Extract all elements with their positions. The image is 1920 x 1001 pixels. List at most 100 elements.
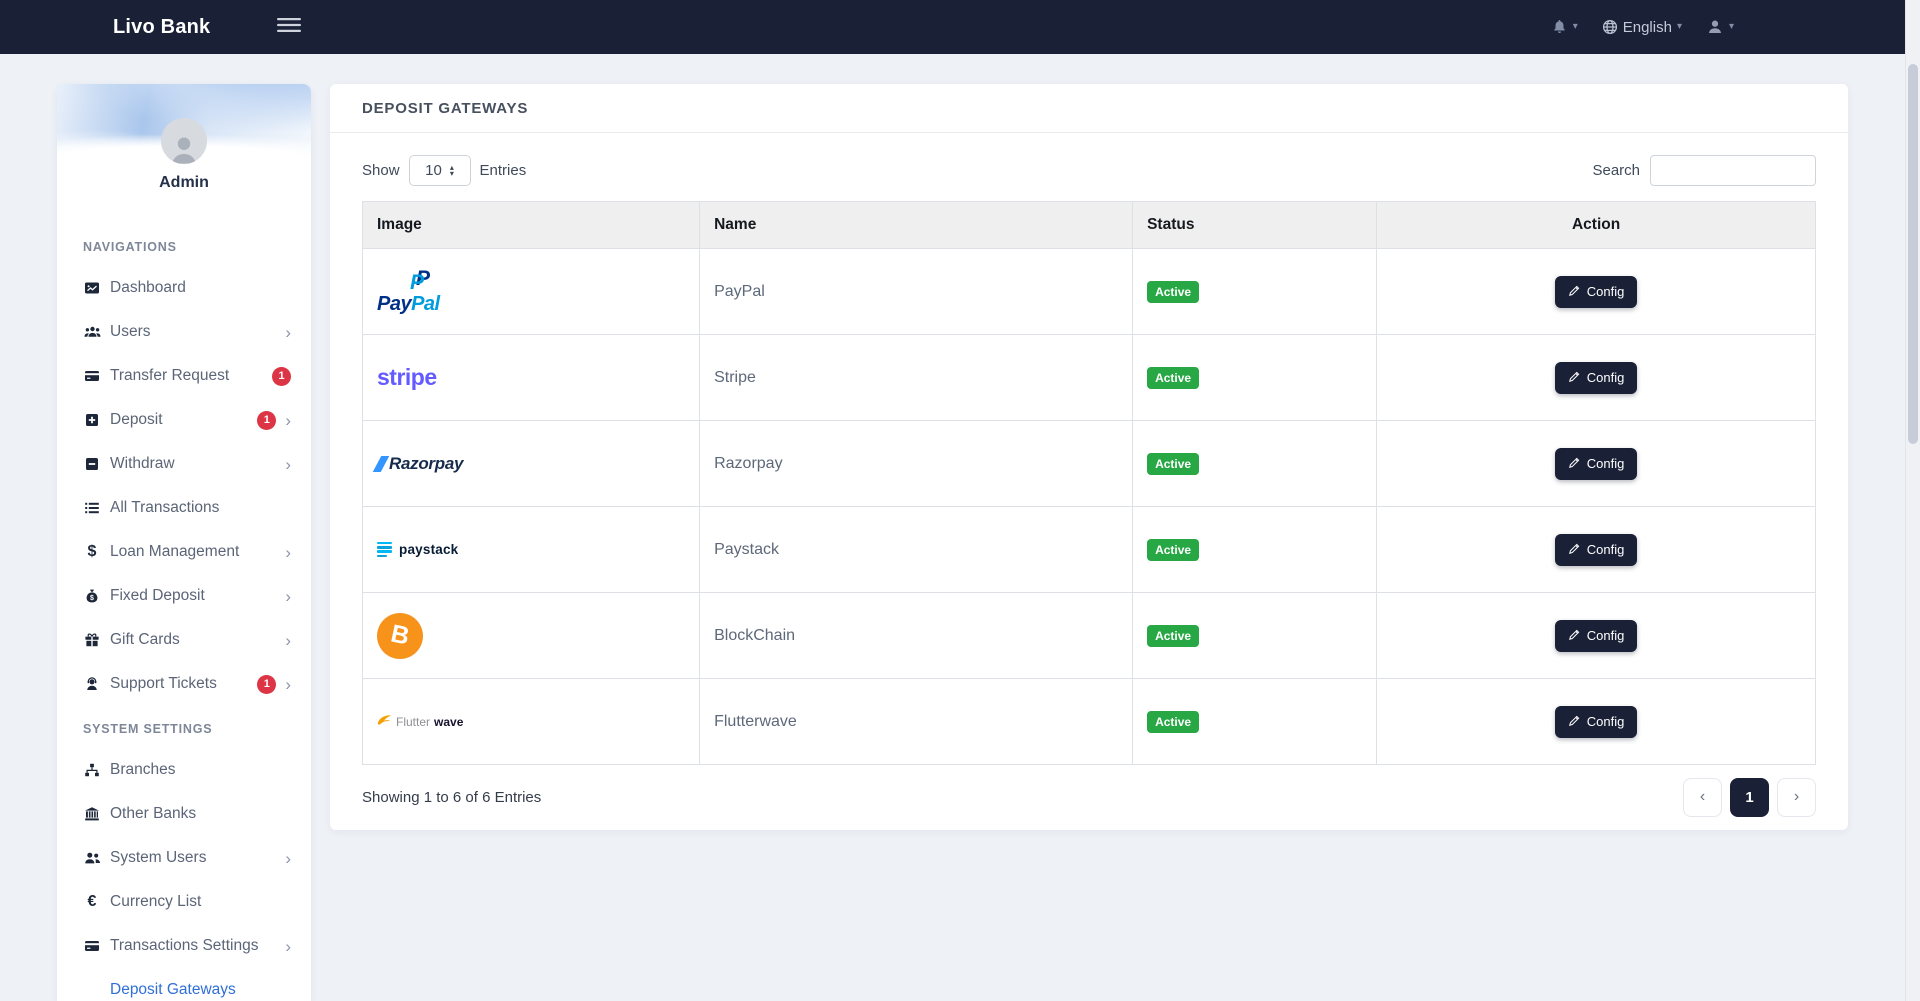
sidebar-item-transactions-settings[interactable]: Transactions Settings › bbox=[57, 924, 311, 968]
status-badge: Active bbox=[1147, 710, 1200, 733]
pencil-icon bbox=[1568, 284, 1581, 300]
chevron-right-icon: › bbox=[285, 322, 291, 342]
sidebar-item-label: Support Tickets bbox=[110, 675, 217, 692]
config-button[interactable]: Config bbox=[1554, 275, 1638, 308]
avatar bbox=[161, 118, 207, 164]
sidebar-item-fixed-deposit[interactable]: $ Fixed Deposit › bbox=[57, 574, 311, 618]
dashboard-icon bbox=[83, 280, 101, 296]
sidebar-item-label: Dashboard bbox=[110, 279, 186, 296]
bell-icon bbox=[1551, 18, 1568, 36]
gateway-name: BlockChain bbox=[699, 592, 1134, 679]
top-navbar: Livo Bank ▾ English ▾ ▾ bbox=[0, 0, 1920, 54]
sidebar-item-label: System Users bbox=[110, 849, 207, 866]
config-button[interactable]: Config bbox=[1554, 533, 1638, 566]
razorpay-slash-icon bbox=[372, 455, 390, 472]
table-row-razorpay: Razorpay Razorpay Active Config bbox=[361, 420, 1816, 507]
config-button[interactable]: Config bbox=[1554, 361, 1638, 394]
money-bag-icon: $ bbox=[83, 588, 101, 604]
sidebar-item-loan-management[interactable]: $ Loan Management › bbox=[57, 530, 311, 574]
chevron-right-icon: › bbox=[285, 674, 291, 694]
chevron-right-icon: › bbox=[285, 454, 291, 474]
gateways-table: Image Name Status Action P P PayPal PayP… bbox=[361, 201, 1816, 765]
sidebar-item-currency-list[interactable]: € Currency List bbox=[57, 880, 311, 924]
config-button[interactable]: Config bbox=[1554, 447, 1638, 480]
pagination: ‹ 1 › bbox=[1683, 777, 1816, 817]
config-button[interactable]: Config bbox=[1554, 619, 1638, 652]
config-button[interactable]: Config bbox=[1554, 705, 1638, 738]
sidebar-item-system-users[interactable]: System Users › bbox=[57, 836, 311, 880]
status-badge: Active bbox=[1147, 280, 1200, 303]
pencil-icon bbox=[1568, 542, 1581, 558]
hamburger-icon bbox=[277, 17, 301, 38]
sidebar-item-support-tickets[interactable]: Support Tickets 1 › bbox=[57, 662, 311, 706]
entries-per-page-select[interactable]: 10 ▴ ▾ bbox=[408, 155, 471, 186]
page-title: DEPOSIT GATEWAYS bbox=[362, 99, 529, 117]
table-footer: Showing 1 to 6 of 6 Entries ‹ 1 › bbox=[330, 765, 1848, 829]
sidebar-item-gift-cards[interactable]: Gift Cards › bbox=[57, 618, 311, 662]
page-scrollbar-thumb[interactable] bbox=[1908, 64, 1918, 444]
notification-badge: 1 bbox=[257, 410, 277, 430]
gateway-name: Flutterwave bbox=[699, 678, 1134, 765]
page-scrollbar-track bbox=[1905, 0, 1920, 1001]
table-row-stripe: stripe Stripe Active Config bbox=[361, 334, 1816, 421]
sidebar-item-dashboard[interactable]: Dashboard bbox=[57, 266, 311, 310]
sidebar-item-transfer-request[interactable]: Transfer Request 1 bbox=[57, 354, 311, 398]
brand-logo[interactable]: Livo Bank bbox=[113, 16, 243, 39]
bank-icon bbox=[83, 806, 101, 822]
support-agent-icon bbox=[83, 676, 101, 692]
bitcoin-logo: B bbox=[377, 612, 423, 659]
sidebar-item-users[interactable]: Users › bbox=[57, 310, 311, 354]
credit-card-icon bbox=[83, 938, 101, 954]
pencil-icon bbox=[1568, 714, 1581, 730]
notifications-menu[interactable]: ▾ bbox=[1551, 18, 1578, 36]
status-badge: Active bbox=[1147, 452, 1200, 475]
table-row-paypal: P P PayPal PayPal Active Config bbox=[361, 248, 1816, 335]
table-row-blockchain: B BlockChain Active Config bbox=[361, 592, 1816, 679]
chevron-right-icon: › bbox=[285, 586, 291, 606]
sidebar-item-label: Transfer Request bbox=[110, 367, 230, 384]
sidebar-toggle-button[interactable] bbox=[277, 17, 301, 38]
sidebar-item-withdraw[interactable]: Withdraw › bbox=[57, 442, 311, 486]
search-label: Search bbox=[1592, 162, 1640, 179]
sidebar-item-label: Fixed Deposit bbox=[110, 587, 205, 604]
sidebar-item-label: Deposit Gateways bbox=[110, 981, 236, 998]
caret-down-icon: ▾ bbox=[1728, 21, 1734, 32]
entries-per-page-value: 10 bbox=[425, 162, 442, 179]
status-badge: Active bbox=[1147, 366, 1200, 389]
chevron-right-icon: › bbox=[285, 542, 291, 562]
sitemap-icon bbox=[83, 762, 101, 778]
page-root: { "navbar": { "brand": "Livo Bank", "lan… bbox=[0, 0, 1920, 1001]
sidebar-item-label: Other Banks bbox=[110, 805, 197, 822]
sidebar-section-system-settings: SYSTEM SETTINGS bbox=[83, 722, 213, 736]
pagination-page-1-button[interactable]: 1 bbox=[1730, 777, 1769, 817]
sidebar-item-label: Currency List bbox=[110, 893, 202, 910]
sidebar-item-deposit-gateways[interactable]: Deposit Gateways bbox=[57, 968, 311, 1001]
entries-control: Show 10 ▴ ▾ Entries bbox=[362, 155, 526, 186]
globe-icon bbox=[1602, 19, 1618, 35]
caret-down-icon: ▾ bbox=[1676, 21, 1682, 32]
list-icon bbox=[83, 500, 101, 516]
deposit-gateways-card: DEPOSIT GATEWAYS Show 10 ▴ ▾ Entries Sea… bbox=[330, 84, 1848, 830]
stripe-logo: stripe bbox=[377, 364, 437, 390]
table-controls: Show 10 ▴ ▾ Entries Search bbox=[330, 133, 1848, 186]
showing-entries-text: Showing 1 to 6 of 6 Entries bbox=[362, 788, 542, 806]
pagination-prev-button[interactable]: ‹ bbox=[1683, 777, 1722, 817]
sidebar-header: Admin bbox=[57, 84, 311, 218]
search-input[interactable] bbox=[1650, 155, 1816, 186]
flutterwave-swirl-icon bbox=[377, 713, 392, 731]
sidebar-section-navigations: NAVIGATIONS bbox=[83, 240, 177, 254]
user-menu[interactable]: ▾ bbox=[1706, 18, 1734, 36]
sidebar-item-label: Gift Cards bbox=[110, 631, 180, 648]
sidebar-item-other-banks[interactable]: Other Banks bbox=[57, 792, 311, 836]
sidebar-item-deposit[interactable]: Deposit 1 › bbox=[57, 398, 311, 442]
sidebar-item-branches[interactable]: Branches bbox=[57, 748, 311, 792]
pagination-next-button[interactable]: › bbox=[1777, 777, 1816, 817]
language-label: English bbox=[1622, 18, 1672, 36]
column-header-name: Name bbox=[699, 201, 1134, 249]
sidebar-item-all-transactions[interactable]: All Transactions bbox=[57, 486, 311, 530]
gateway-name: Paystack bbox=[699, 506, 1134, 593]
language-menu[interactable]: English ▾ bbox=[1602, 19, 1682, 36]
card-header: DEPOSIT GATEWAYS bbox=[330, 84, 1848, 133]
show-label: Show bbox=[362, 162, 400, 179]
razorpay-logo: Razorpay bbox=[372, 454, 699, 474]
